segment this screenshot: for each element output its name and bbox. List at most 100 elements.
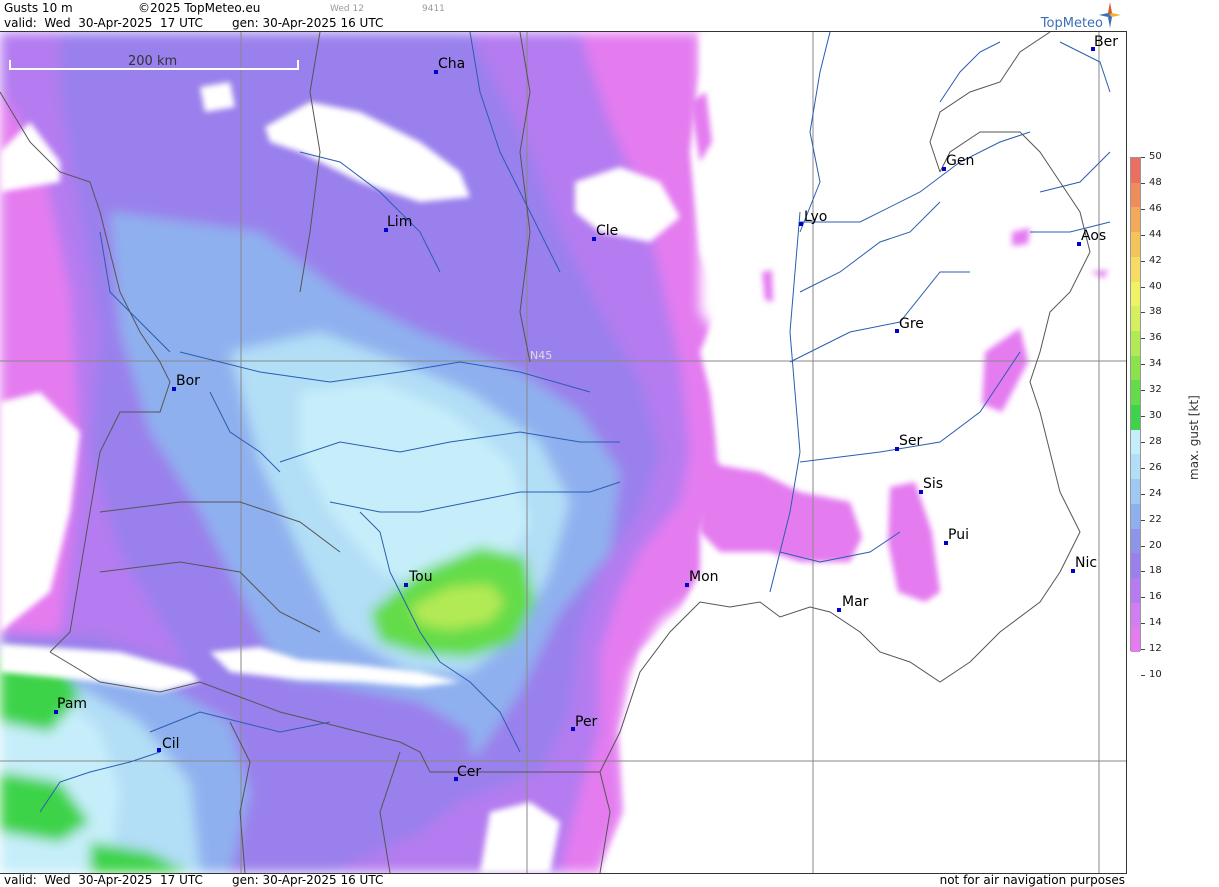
svg-text:Nic: Nic — [1075, 555, 1097, 571]
footer-generation-time: gen: 30-Apr-2025 16 UTC — [232, 873, 384, 887]
legend-tick-34: 34 — [1149, 358, 1162, 370]
legend-tickmark — [1141, 364, 1145, 366]
city-nic[interactable]: Nic — [1071, 555, 1097, 573]
city-lim[interactable]: Lim — [384, 214, 412, 232]
legend-tickmark — [1141, 649, 1145, 651]
svg-text:Ser: Ser — [899, 433, 923, 449]
compass-star-icon — [1099, 2, 1121, 28]
gust-map[interactable]: N45 200 km Cha Ber Gen Lim Lyo Cle Aos G… — [0, 32, 1127, 873]
run-info-b: 9411 — [422, 4, 445, 14]
legend-tickmark — [1141, 260, 1145, 262]
product-title: Gusts 10 m — [4, 1, 73, 15]
legend-segment-40 — [1131, 281, 1140, 307]
legend-tickmark — [1141, 623, 1145, 625]
city-per[interactable]: Per — [571, 714, 598, 731]
legend-segment-42 — [1131, 256, 1140, 282]
latitude-label: N45 — [530, 349, 552, 362]
svg-text:Ber: Ber — [1094, 34, 1118, 50]
city-gre[interactable]: Gre — [895, 316, 924, 333]
generation-time: gen: 30-Apr-2025 16 UTC — [232, 16, 384, 30]
legend-segment-50 — [1131, 158, 1140, 184]
legend-tick-24: 24 — [1149, 487, 1162, 499]
legend-tick-26: 26 — [1149, 461, 1162, 473]
logo-text: TopMeteo — [1040, 16, 1103, 31]
city-sis[interactable]: Sis — [919, 476, 943, 494]
svg-text:Mar: Mar — [842, 594, 869, 610]
legend-tickmark — [1141, 493, 1145, 495]
legend-segment-44 — [1131, 232, 1140, 258]
legend-tickmark — [1141, 338, 1145, 340]
svg-text:Cer: Cer — [457, 764, 481, 780]
legend-segment-46 — [1131, 207, 1140, 233]
legend-tickmark — [1141, 545, 1145, 547]
svg-text:Mon: Mon — [689, 569, 719, 585]
legend-tick-50: 50 — [1149, 151, 1162, 162]
footer-disclaimer: not for air navigation purposes — [939, 873, 1125, 887]
city-mar[interactable]: Mar — [837, 594, 869, 612]
city-cle[interactable]: Cle — [592, 223, 618, 241]
legend-tickmark — [1141, 157, 1145, 158]
legend-segment-16 — [1131, 577, 1140, 604]
legend-tickmark — [1141, 519, 1145, 521]
city-aos[interactable]: Aos — [1077, 228, 1106, 246]
legend-segment-30 — [1131, 405, 1140, 431]
legend-segment-28 — [1131, 429, 1140, 455]
legend-tick-30: 30 — [1149, 410, 1162, 421]
city-cer[interactable]: Cer — [454, 764, 481, 781]
legend-segment-18 — [1131, 553, 1140, 579]
legend-tick-28: 28 — [1149, 435, 1162, 447]
scale-label: 200 km — [128, 54, 177, 69]
svg-text:Tou: Tou — [408, 569, 433, 585]
legend-tickmark — [1141, 182, 1145, 184]
legend-segment-26 — [1131, 454, 1140, 480]
city-tou[interactable]: Tou — [404, 569, 433, 587]
legend-tickmark — [1141, 286, 1145, 288]
legend-tickmark — [1141, 467, 1145, 469]
city-lyo[interactable]: Lyo — [799, 209, 827, 226]
city-ber[interactable]: Ber — [1091, 34, 1118, 51]
svg-text:Pam: Pam — [57, 696, 87, 712]
legend-segment-20 — [1131, 528, 1140, 554]
city-bor[interactable]: Bor — [172, 373, 200, 391]
city-pui[interactable]: Pui — [944, 527, 969, 545]
city-cha[interactable]: Cha — [434, 56, 465, 74]
legend-segment-48 — [1131, 182, 1140, 208]
svg-text:Pui: Pui — [948, 527, 969, 543]
legend-tick-16: 16 — [1149, 591, 1162, 603]
city-mon[interactable]: Mon — [685, 569, 719, 587]
legend-tickmark — [1141, 675, 1145, 676]
run-info-a: Wed 12 — [330, 4, 364, 14]
legend-tick-22: 22 — [1149, 513, 1162, 525]
city-gen[interactable]: Gen — [942, 153, 974, 171]
svg-text:Sis: Sis — [923, 476, 943, 492]
legend-tick-38: 38 — [1149, 306, 1162, 318]
legend-tick-18: 18 — [1149, 565, 1162, 577]
svg-text:Aos: Aos — [1081, 228, 1106, 244]
svg-text:Bor: Bor — [176, 373, 200, 389]
legend-segment-32 — [1131, 380, 1140, 406]
legend-tickmark — [1141, 208, 1145, 210]
city-ser[interactable]: Ser — [895, 433, 923, 451]
color-legend: 50 48 46 44 42 40 38 36 34 32 30 28 26 24 22 20 18 16 14 12… — [1127, 0, 1219, 887]
legend-tickmark — [1141, 234, 1145, 236]
footer-bar: valid: Wed 30-Apr-2025 17 UTC gen: 30-Ap… — [0, 873, 1127, 887]
copyright-text: ©2025 TopMeteo.eu — [138, 1, 261, 15]
legend-tickmark — [1141, 390, 1145, 392]
legend-tick-32: 32 — [1149, 384, 1162, 396]
svg-text:Lyo: Lyo — [804, 209, 827, 225]
legend-tick-40: 40 — [1149, 280, 1162, 292]
city-pam[interactable]: Pam — [54, 696, 87, 714]
legend-tick-10: 10 — [1149, 669, 1162, 680]
legend-tick-48: 48 — [1149, 176, 1162, 188]
topmeteo-logo[interactable]: TopMeteo — [1025, 2, 1121, 31]
legend-tickmark — [1141, 416, 1145, 417]
legend-segment-24 — [1131, 479, 1140, 505]
legend-unit-label: max. gust [kt] — [1187, 395, 1201, 480]
legend-tickmark — [1141, 312, 1145, 314]
legend-segment-36 — [1131, 330, 1140, 357]
legend-tickmark — [1141, 441, 1145, 443]
legend-tick-42: 42 — [1149, 254, 1162, 266]
legend-segment-38 — [1131, 306, 1140, 332]
legend-color-bar — [1130, 157, 1141, 653]
map-canvas: N45 200 km Cha Ber Gen Lim Lyo Cle Aos G… — [0, 32, 1126, 873]
